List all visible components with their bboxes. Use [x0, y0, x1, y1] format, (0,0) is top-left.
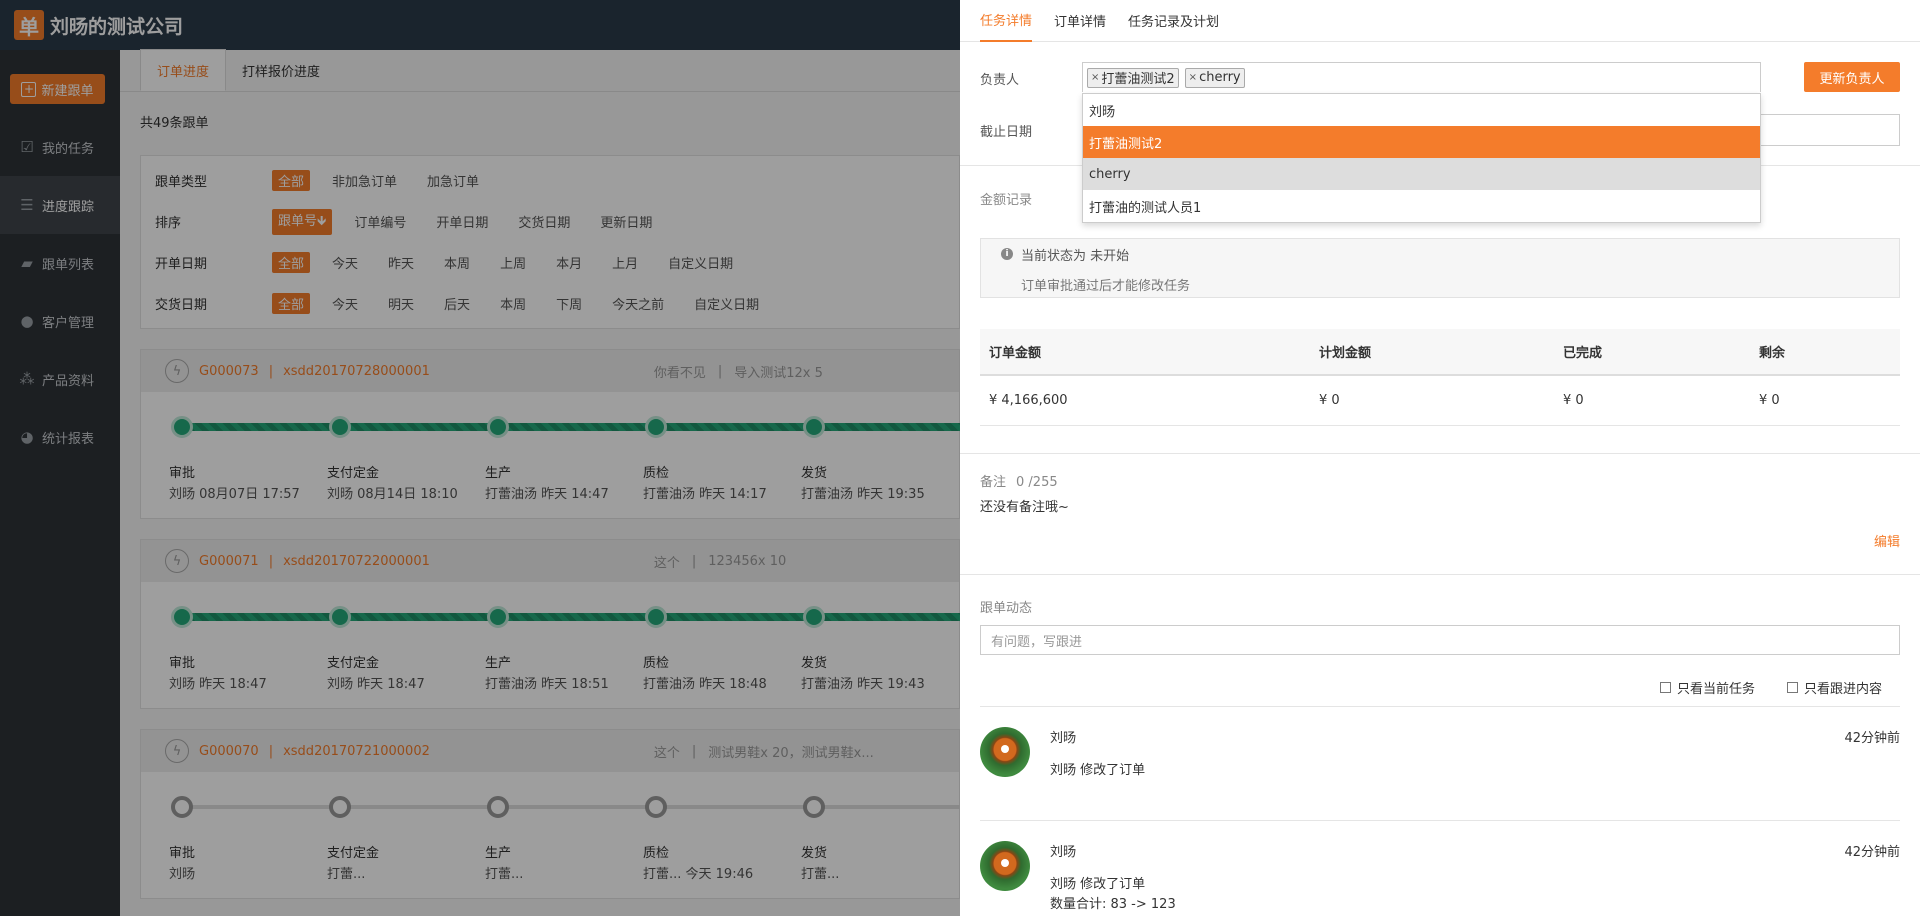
tab-order-details[interactable]: 订单详情 [1054, 0, 1106, 42]
tab-task-records[interactable]: 任务记录及计划 [1128, 0, 1219, 42]
activity-detail: 数量合计: 83 -> 123 [1050, 897, 1176, 912]
dropdown-option[interactable]: 打蕾油测试2 [1083, 126, 1760, 158]
deadline-label: 截止日期 [980, 125, 1033, 140]
panel-tabs: 任务详情 订单详情 任务记录及计划 [960, 0, 1920, 42]
column-header: 计划金额 [1319, 346, 1372, 361]
status-hint: 订单审批通过后才能修改任务 [1021, 279, 1191, 294]
column-header: 剩余 [1759, 346, 1786, 361]
amount-table: 订单金额 计划金额 已完成 剩余 ¥ 4,166,600 ¥ 0 ¥ 0 ¥ 0 [980, 329, 1900, 426]
tag-label: 打蕾油测试2 [1101, 72, 1175, 87]
status-notice: i 当前状态为 未开始 订单审批通过后才能修改任务 [980, 238, 1900, 298]
remove-icon[interactable]: × [1091, 72, 1099, 83]
remark-text: 还没有备注哦~ [980, 500, 1069, 515]
assignee-tag[interactable]: × 打蕾油测试2 [1087, 67, 1179, 88]
divider [980, 706, 1900, 707]
follow-up-input[interactable]: 有问题，写跟进 [980, 625, 1900, 655]
dropdown-option[interactable]: cherry [1083, 158, 1760, 190]
divider [960, 453, 1920, 454]
tab-task-details[interactable]: 任务详情 [980, 0, 1033, 42]
divider [980, 820, 1900, 821]
checkbox-icon[interactable] [1787, 682, 1798, 693]
activity-time: 42分钟前 [1844, 731, 1900, 746]
dropdown-option[interactable]: 打蕾油的测试人员1 [1083, 190, 1760, 222]
status-text: 当前状态为 未开始 [1021, 249, 1130, 264]
task-detail-panel: 任务详情 订单详情 任务记录及计划 负责人 × 打蕾油测试2 × cherry 更新… [960, 0, 1920, 916]
assignee-dropdown: 刘旸 打蕾油测试2 cherry 打蕾油的测试人员1 [1082, 93, 1761, 223]
modal-overlay[interactable] [0, 0, 960, 916]
remove-icon[interactable]: × [1189, 72, 1197, 83]
remark-label-row: 备注 0 /255 [980, 471, 1058, 490]
column-header: 已完成 [1563, 346, 1603, 361]
activity-item: 刘旸 42分钟前 刘旸 修改了订单 [980, 727, 1900, 787]
activity-time: 42分钟前 [1844, 845, 1900, 860]
table-cell: ¥ 4,166,600 [989, 393, 1068, 408]
assignee-select[interactable]: × 打蕾油测试2 × cherry [1082, 62, 1761, 92]
table-cell: ¥ 0 [1319, 393, 1340, 408]
update-assignee-button[interactable]: 更新负责人 [1804, 62, 1900, 92]
checkbox-current-task[interactable]: 只看当前任务 [1660, 678, 1755, 697]
checkbox-label: 只看跟进内容 [1804, 682, 1883, 697]
edit-remark-link[interactable]: 编辑 [1874, 531, 1900, 550]
dropdown-option[interactable]: 刘旸 [1083, 94, 1760, 126]
assignee-tag[interactable]: × cherry [1184, 67, 1245, 88]
activity-message: 刘旸 修改了订单 [1050, 877, 1146, 892]
activity-item: 刘旸 42分钟前 刘旸 修改了订单 数量合计: 83 -> 123 [980, 841, 1900, 916]
activity-user: 刘旸 [1050, 845, 1077, 860]
divider [960, 574, 1920, 575]
table-header: 订单金额 计划金额 已完成 剩余 [980, 329, 1900, 376]
checkbox-label: 只看当前任务 [1677, 682, 1756, 697]
remark-count: 0 /255 [1016, 475, 1058, 490]
amount-record-label: 金额记录 [980, 193, 1033, 208]
column-header: 订单金额 [989, 346, 1042, 361]
avatar [980, 727, 1030, 777]
dynamics-label: 跟单动态 [980, 601, 1033, 616]
avatar [980, 841, 1030, 891]
activity-user: 刘旸 [1050, 731, 1077, 746]
tag-label: cherry [1199, 70, 1241, 85]
assignee-label: 负责人 [980, 73, 1020, 88]
info-icon: i [1001, 248, 1013, 260]
checkbox-follow-only[interactable]: 只看跟进内容 [1787, 678, 1882, 697]
remark-label: 备注 [980, 475, 1007, 490]
checkbox-icon[interactable] [1660, 682, 1671, 693]
activity-message: 刘旸 修改了订单 [1050, 763, 1146, 778]
table-row: ¥ 4,166,600 ¥ 0 ¥ 0 ¥ 0 [980, 376, 1900, 426]
table-cell: ¥ 0 [1759, 393, 1780, 408]
table-cell: ¥ 0 [1563, 393, 1584, 408]
